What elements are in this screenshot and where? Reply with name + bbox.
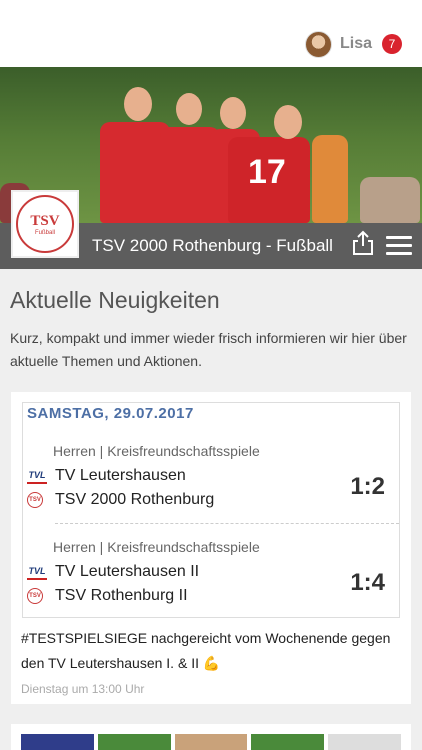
match-score: 1:4 (350, 569, 385, 596)
match-away-team: TSV TSV 2000 Rothenburg (27, 489, 214, 511)
club-logo[interactable]: TSV Fußball (11, 190, 79, 258)
tvl-logo-icon: TVL (27, 564, 47, 580)
logo-text: TSV (30, 212, 60, 229)
club-logo-emblem: TSV Fußball (16, 195, 74, 253)
section-description: Kurz, kompakt und immer wieder frisch in… (10, 330, 407, 369)
hero-player-head (176, 93, 202, 125)
match-away-team: TSV TSV Rothenburg II (27, 585, 188, 607)
match-home-team: TVL TV Leutershausen (27, 467, 186, 484)
hero-player (312, 135, 348, 223)
hero-player-head (220, 97, 246, 129)
hamburger-menu-icon[interactable] (386, 236, 412, 256)
hero-spectators (360, 177, 420, 223)
tvl-logo-icon: TVL (27, 468, 47, 484)
match-date: SAMSTAG, 29.07.2017 (27, 405, 194, 422)
match-results-image: SAMSTAG, 29.07.2017 Herren | Kreisfreund… (22, 402, 400, 618)
match-category: Herren | Kreisfreundschaftsspiele (53, 539, 260, 555)
avatar[interactable] (304, 30, 332, 58)
post-text: #TESTSPIELSIEGE nachgereicht vom Wochene… (21, 630, 391, 671)
tsv-logo-icon: TSV (27, 492, 43, 508)
match-divider (55, 523, 399, 524)
user-name[interactable]: Lisa (340, 35, 372, 53)
match-item: Herren | Kreisfreundschaftsspiele TVL TV… (23, 539, 401, 629)
match-score: 1:2 (350, 473, 385, 500)
news-card[interactable] (11, 724, 411, 750)
match-item: Herren | Kreisfreundschaftsspiele TVL TV… (23, 443, 401, 533)
hero-player-head (274, 105, 302, 139)
section-title: Aktuelle Neuigkeiten (10, 287, 220, 313)
share-icon[interactable] (351, 230, 375, 256)
hero-player-head (124, 87, 152, 121)
club-title: TSV 2000 Rothenburg - Fußball (92, 236, 333, 255)
match-home-team: TVL TV Leutershausen II (27, 563, 200, 580)
news-card[interactable]: SAMSTAG, 29.07.2017 Herren | Kreisfreund… (11, 392, 411, 704)
jersey-number: 17 (248, 153, 286, 191)
news-card-image (21, 734, 401, 750)
post-timestamp: Dienstag um 13:00 Uhr (21, 682, 145, 696)
notification-badge[interactable]: 7 (382, 34, 402, 54)
tsv-logo-icon: TSV (27, 588, 43, 604)
user-menu[interactable]: Lisa 7 (304, 30, 402, 58)
logo-subtext: Fußball (34, 229, 55, 236)
match-category: Herren | Kreisfreundschaftsspiele (53, 443, 260, 459)
top-bar: Lisa 7 (0, 0, 422, 67)
